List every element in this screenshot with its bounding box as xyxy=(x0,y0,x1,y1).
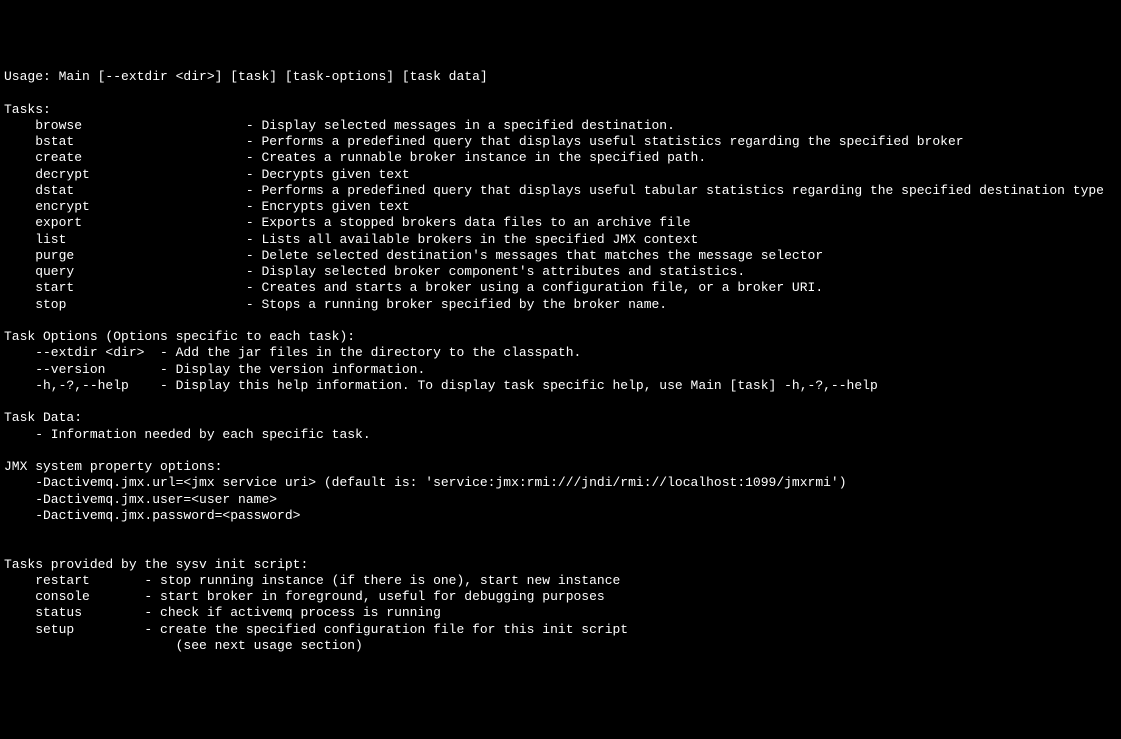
terminal-output: Usage: Main [--extdir <dir>] [task] [tas… xyxy=(4,69,1121,654)
